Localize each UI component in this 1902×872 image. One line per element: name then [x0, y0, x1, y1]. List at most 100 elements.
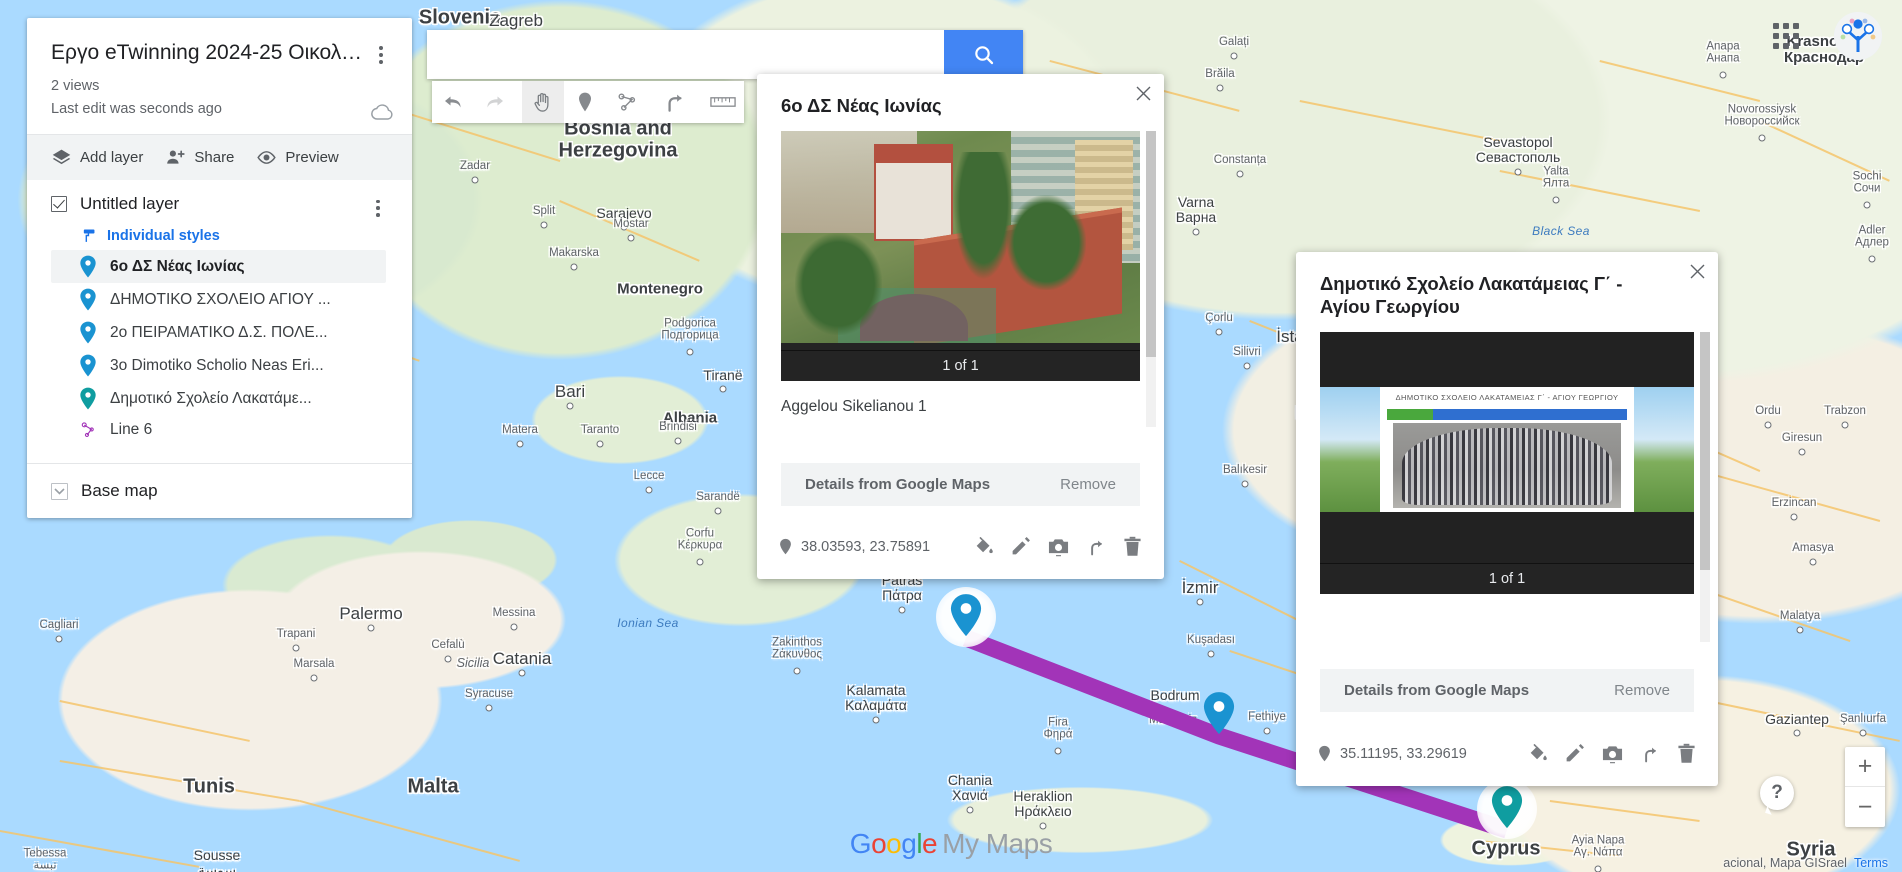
marker-athens[interactable] [936, 587, 996, 648]
feature-item[interactable]: 3ο Dimotiko Scholio Neas Eri... [51, 349, 386, 382]
base-map-row[interactable]: Base map [27, 463, 412, 518]
search-button[interactable] [944, 30, 1023, 79]
city-dot [55, 635, 63, 643]
individual-styles-link[interactable]: Individual styles [81, 227, 394, 244]
map-pin-icon [79, 321, 99, 344]
panel-actions: Add layer Share Preview [27, 134, 412, 181]
city-label: Silivri [1233, 346, 1261, 358]
map-pin-icon [1319, 745, 1330, 762]
card-footer: 38.03593, 23.75891 [757, 526, 1164, 571]
feature-item[interactable]: Δημοτικό Σχολείο Λακατάμε... [51, 382, 386, 415]
share-button[interactable]: Share [165, 147, 234, 168]
city-label: Galați [1218, 36, 1250, 48]
redo-arrow-icon [487, 96, 503, 108]
help-button[interactable]: ? [1760, 776, 1794, 810]
close-icon[interactable] [1130, 80, 1156, 106]
place-address: Aggelou Sikelianou 1 [781, 398, 927, 416]
map-pin-icon [780, 538, 791, 555]
city-label: Kalamata Καλαμάτα [845, 681, 907, 713]
directions-tool[interactable] [654, 81, 696, 123]
feature-item[interactable]: 2ο ΠΕΙΡΑΜΑΤΙΚΟ Δ.Σ. ΠΟΛΕ... [51, 316, 386, 349]
place-photo[interactable]: 1 of 1 [781, 131, 1140, 382]
edit-button[interactable] [1010, 536, 1031, 557]
layer-name[interactable]: Untitled layer [80, 194, 179, 214]
city-dot [1243, 362, 1251, 370]
card-scrollbar-track[interactable] [1146, 131, 1156, 428]
directions-button[interactable] [1086, 536, 1107, 557]
photo-counter: 1 of 1 [781, 350, 1140, 382]
card-scrollbar-track[interactable] [1700, 332, 1710, 643]
marker-cyprus[interactable] [1477, 779, 1537, 840]
marker-marmaris[interactable] [1202, 690, 1236, 736]
city-label: Malatya [1779, 610, 1821, 622]
preview-button[interactable]: Preview [256, 147, 339, 168]
draw-line-tool[interactable] [606, 81, 648, 123]
add-marker-tool[interactable] [564, 81, 606, 123]
feature-item[interactable]: ΔΗΜΟΤΙΚΟ ΣΧΟΛΕΙΟ ΑΓΙΟΥ ... [51, 283, 386, 316]
close-icon[interactable] [1684, 258, 1710, 284]
pan-tool[interactable] [522, 81, 564, 123]
city-label: Cefalù [431, 639, 465, 651]
zoom-in-button[interactable]: + [1845, 747, 1885, 787]
city-dot [570, 263, 578, 271]
layer-row[interactable]: Untitled layer [51, 194, 394, 214]
info-card-6o-ds-neas-ionias: 6ο ΔΣ Νέας Ιωνίας 1 of 1 Aggelou Sikelia… [757, 74, 1164, 579]
city-dot [645, 486, 653, 494]
city-label: Yalta Ялта [1542, 165, 1570, 190]
zoom-out-button[interactable]: − [1845, 787, 1885, 827]
city-dot [1263, 727, 1271, 735]
style-button[interactable] [1527, 743, 1548, 764]
map-title[interactable]: Εργο eTwinning 2024-25 Οικολογ... [51, 40, 388, 65]
card-title: 6ο ΔΣ Νέας Ιωνίας [781, 95, 942, 116]
city-dot [540, 221, 548, 229]
paint-bucket-icon [976, 537, 993, 554]
sea-label: Black Sea [1532, 224, 1590, 238]
layer-visibility-checkbox[interactable] [51, 196, 67, 213]
feature-item[interactable]: Line 6 [51, 415, 386, 445]
panel-header: Εργο eTwinning 2024-25 Οικολογ... 2 view… [27, 18, 412, 134]
city-label: Marsala [293, 658, 335, 670]
terms-link[interactable]: Terms [1854, 856, 1888, 870]
card-scrollbar-thumb[interactable] [1146, 131, 1156, 358]
remove-details-button[interactable]: Remove [1614, 682, 1670, 699]
apps-grid-icon[interactable] [1768, 18, 1804, 54]
city-dot [596, 440, 604, 448]
add-image-button[interactable] [1047, 536, 1070, 557]
delete-button[interactable] [1677, 743, 1696, 764]
edit-button[interactable] [1564, 743, 1585, 764]
remove-details-button[interactable]: Remove [1060, 476, 1116, 493]
city-label: Fethiye [1248, 711, 1286, 723]
layer-more-options-button[interactable] [366, 196, 390, 220]
city-label: Constanța [1213, 154, 1267, 166]
redo-button[interactable] [474, 81, 516, 123]
add-layer-button[interactable]: Add layer [51, 147, 143, 168]
city-label: Makarska [549, 247, 599, 259]
ruler-icon [710, 97, 736, 107]
city-label: Şanlıurfa [1839, 713, 1887, 725]
delete-button[interactable] [1123, 536, 1142, 557]
city-label: Sousse سوسة [193, 846, 241, 872]
details-label: Details from Google Maps [1344, 682, 1530, 699]
card-scrollbar-thumb[interactable] [1700, 332, 1710, 571]
individual-styles-label: Individual styles [107, 227, 220, 244]
add-image-button[interactable] [1601, 743, 1624, 764]
city-dot [566, 402, 574, 410]
toolbar-group-tools [522, 81, 648, 123]
city-dot [872, 716, 880, 724]
road-line [1479, 840, 1620, 857]
details-label: Details from Google Maps [805, 476, 991, 493]
city-dot [696, 558, 704, 566]
place-photo[interactable]: ΔΗΜΟΤΙΚΟ ΣΧΟΛΕΙΟ ΛΑΚΑΤΑΜΕΙΑΣ Γ΄ - ΑΓΙΟΥ … [1320, 332, 1694, 595]
undo-button[interactable] [432, 81, 474, 123]
style-button[interactable] [973, 536, 994, 557]
directions-button[interactable] [1640, 743, 1661, 764]
feature-item[interactable]: 6ο ΔΣ Νέας Ιωνίας [51, 250, 386, 284]
polyline-icon [81, 422, 94, 438]
account-avatar[interactable] [1834, 12, 1882, 60]
measure-tool[interactable] [702, 81, 744, 123]
panel-more-options-button[interactable] [368, 42, 394, 68]
city-dot [1514, 168, 1522, 176]
search-input[interactable] [427, 30, 944, 79]
city-label: Zakinthos Ζάκυνθος [772, 636, 822, 661]
city-label: Giresun [1781, 432, 1823, 444]
